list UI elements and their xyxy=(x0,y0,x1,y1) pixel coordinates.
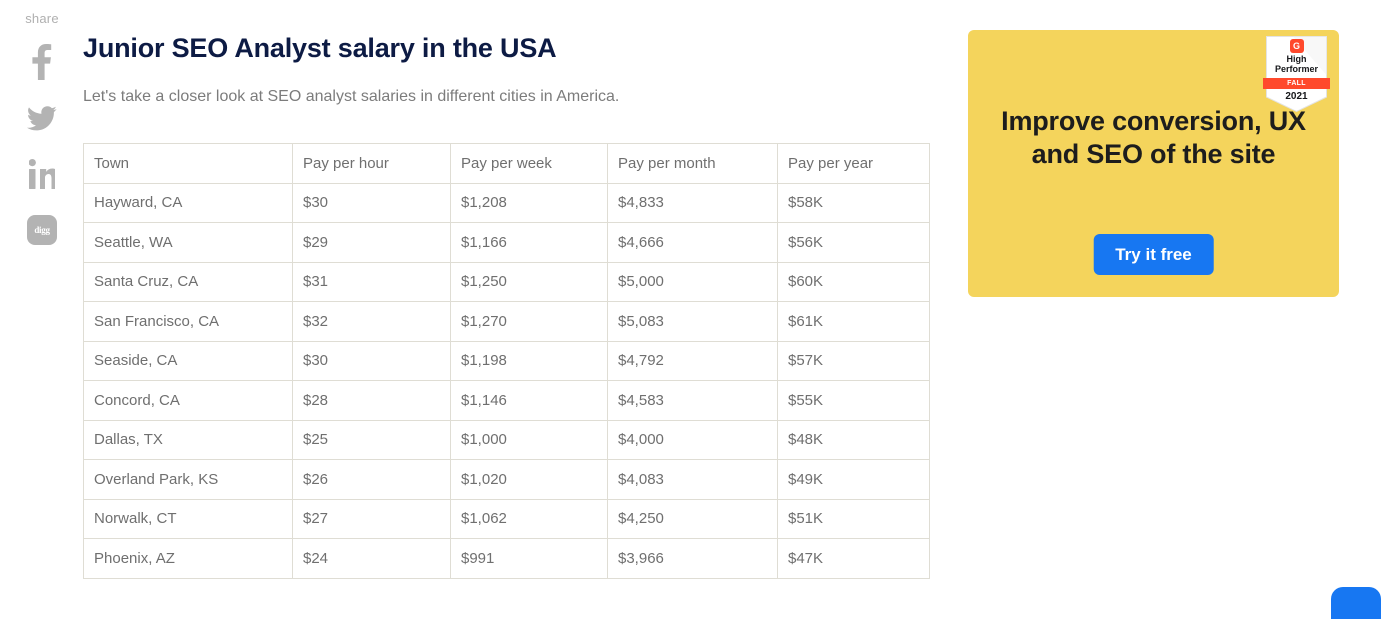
share-button-facebook[interactable] xyxy=(21,40,63,84)
page-title: Junior SEO Analyst salary in the USA xyxy=(83,0,943,66)
cell-pay-hour: $30 xyxy=(293,341,451,381)
page-subtitle: Let's take a closer look at SEO analyst … xyxy=(83,66,943,108)
cell-pay-year: $51K xyxy=(778,499,930,539)
column-header-pay-year: Pay per year xyxy=(778,144,930,184)
digg-icon: digg xyxy=(27,215,57,245)
cell-pay-month: $4,583 xyxy=(608,381,778,421)
cell-pay-month: $4,833 xyxy=(608,183,778,223)
cell-pay-week: $991 xyxy=(451,539,608,579)
cell-pay-year: $48K xyxy=(778,420,930,460)
table-row: San Francisco, CA $32 $1,270 $5,083 $61K xyxy=(84,302,930,342)
cell-pay-year: $61K xyxy=(778,302,930,342)
cell-pay-year: $60K xyxy=(778,262,930,302)
cell-town: Hayward, CA xyxy=(84,183,293,223)
salary-table: Town Pay per hour Pay per week Pay per m… xyxy=(83,143,930,579)
cell-pay-month: $4,000 xyxy=(608,420,778,460)
cell-pay-hour: $25 xyxy=(293,420,451,460)
g2-badge-title: High Performer xyxy=(1265,54,1328,74)
cell-town: San Francisco, CA xyxy=(84,302,293,342)
cell-pay-year: $47K xyxy=(778,539,930,579)
cell-town: Santa Cruz, CA xyxy=(84,262,293,302)
cell-pay-year: $58K xyxy=(778,183,930,223)
g2-badge-year: 2021 xyxy=(1265,91,1328,102)
chat-widget-button[interactable] xyxy=(1331,587,1381,619)
column-header-town: Town xyxy=(84,144,293,184)
cell-pay-week: $1,198 xyxy=(451,341,608,381)
table-row: Hayward, CA $30 $1,208 $4,833 $58K xyxy=(84,183,930,223)
cell-pay-month: $4,250 xyxy=(608,499,778,539)
cell-pay-hour: $29 xyxy=(293,223,451,263)
cell-town: Norwalk, CT xyxy=(84,499,293,539)
table-header-row: Town Pay per hour Pay per week Pay per m… xyxy=(84,144,930,184)
cell-pay-week: $1,062 xyxy=(451,499,608,539)
cell-pay-year: $56K xyxy=(778,223,930,263)
g2-badge-line1: High xyxy=(1287,54,1307,64)
cell-pay-week: $1,250 xyxy=(451,262,608,302)
cell-pay-week: $1,166 xyxy=(451,223,608,263)
share-button-twitter[interactable] xyxy=(21,96,63,140)
g2-high-performer-badge-icon: G High Performer FALL 2021 xyxy=(1265,35,1328,113)
table-row: Concord, CA $28 $1,146 $4,583 $55K xyxy=(84,381,930,421)
share-button-digg[interactable]: digg xyxy=(21,208,63,252)
table-row: Seaside, CA $30 $1,198 $4,792 $57K xyxy=(84,341,930,381)
column-header-pay-week: Pay per week xyxy=(451,144,608,184)
cell-pay-week: $1,020 xyxy=(451,460,608,500)
cell-town: Overland Park, KS xyxy=(84,460,293,500)
cell-pay-week: $1,270 xyxy=(451,302,608,342)
cell-town: Seattle, WA xyxy=(84,223,293,263)
cell-pay-month: $3,966 xyxy=(608,539,778,579)
cell-town: Concord, CA xyxy=(84,381,293,421)
cell-pay-month: $4,666 xyxy=(608,223,778,263)
table-row: Santa Cruz, CA $31 $1,250 $5,000 $60K xyxy=(84,262,930,302)
cell-pay-week: $1,146 xyxy=(451,381,608,421)
cell-pay-hour: $26 xyxy=(293,460,451,500)
promo-banner[interactable]: G High Performer FALL 2021 Improve conve… xyxy=(968,30,1339,297)
cell-pay-year: $49K xyxy=(778,460,930,500)
cell-pay-month: $5,000 xyxy=(608,262,778,302)
article-content: Junior SEO Analyst salary in the USA Let… xyxy=(83,0,943,579)
facebook-icon xyxy=(31,44,53,80)
table-row: Dallas, TX $25 $1,000 $4,000 $48K xyxy=(84,420,930,460)
cell-pay-month: $5,083 xyxy=(608,302,778,342)
page-root: share xyxy=(0,0,1381,619)
twitter-icon xyxy=(27,106,57,131)
column-header-pay-hour: Pay per hour xyxy=(293,144,451,184)
cell-town: Phoenix, AZ xyxy=(84,539,293,579)
cell-town: Dallas, TX xyxy=(84,420,293,460)
try-it-free-button[interactable]: Try it free xyxy=(1093,234,1214,275)
g2-badge-season: FALL xyxy=(1263,78,1330,89)
cell-pay-hour: $24 xyxy=(293,539,451,579)
cell-pay-year: $55K xyxy=(778,381,930,421)
share-button-linkedin[interactable] xyxy=(21,152,63,196)
cell-pay-hour: $31 xyxy=(293,262,451,302)
share-rail: share xyxy=(0,0,84,619)
cell-pay-year: $57K xyxy=(778,341,930,381)
share-label: share xyxy=(25,11,59,26)
g2-badge-line2: Performer xyxy=(1275,64,1318,74)
cell-pay-month: $4,083 xyxy=(608,460,778,500)
cell-pay-hour: $30 xyxy=(293,183,451,223)
promo-title: Improve conversion, UX and SEO of the si… xyxy=(986,105,1321,171)
g2-logo-mark: G xyxy=(1290,39,1304,53)
linkedin-icon xyxy=(29,159,55,189)
table-head: Town Pay per hour Pay per week Pay per m… xyxy=(84,144,930,184)
column-header-pay-month: Pay per month xyxy=(608,144,778,184)
table-row: Norwalk, CT $27 $1,062 $4,250 $51K xyxy=(84,499,930,539)
cell-pay-hour: $28 xyxy=(293,381,451,421)
table-row: Phoenix, AZ $24 $991 $3,966 $47K xyxy=(84,539,930,579)
cell-pay-week: $1,000 xyxy=(451,420,608,460)
cell-town: Seaside, CA xyxy=(84,341,293,381)
cell-pay-hour: $27 xyxy=(293,499,451,539)
table-row: Seattle, WA $29 $1,166 $4,666 $56K xyxy=(84,223,930,263)
cell-pay-hour: $32 xyxy=(293,302,451,342)
cell-pay-month: $4,792 xyxy=(608,341,778,381)
cell-pay-week: $1,208 xyxy=(451,183,608,223)
table-row: Overland Park, KS $26 $1,020 $4,083 $49K xyxy=(84,460,930,500)
salary-table-wrapper: Town Pay per hour Pay per week Pay per m… xyxy=(83,143,919,579)
table-body: Hayward, CA $30 $1,208 $4,833 $58K Seatt… xyxy=(84,183,930,578)
